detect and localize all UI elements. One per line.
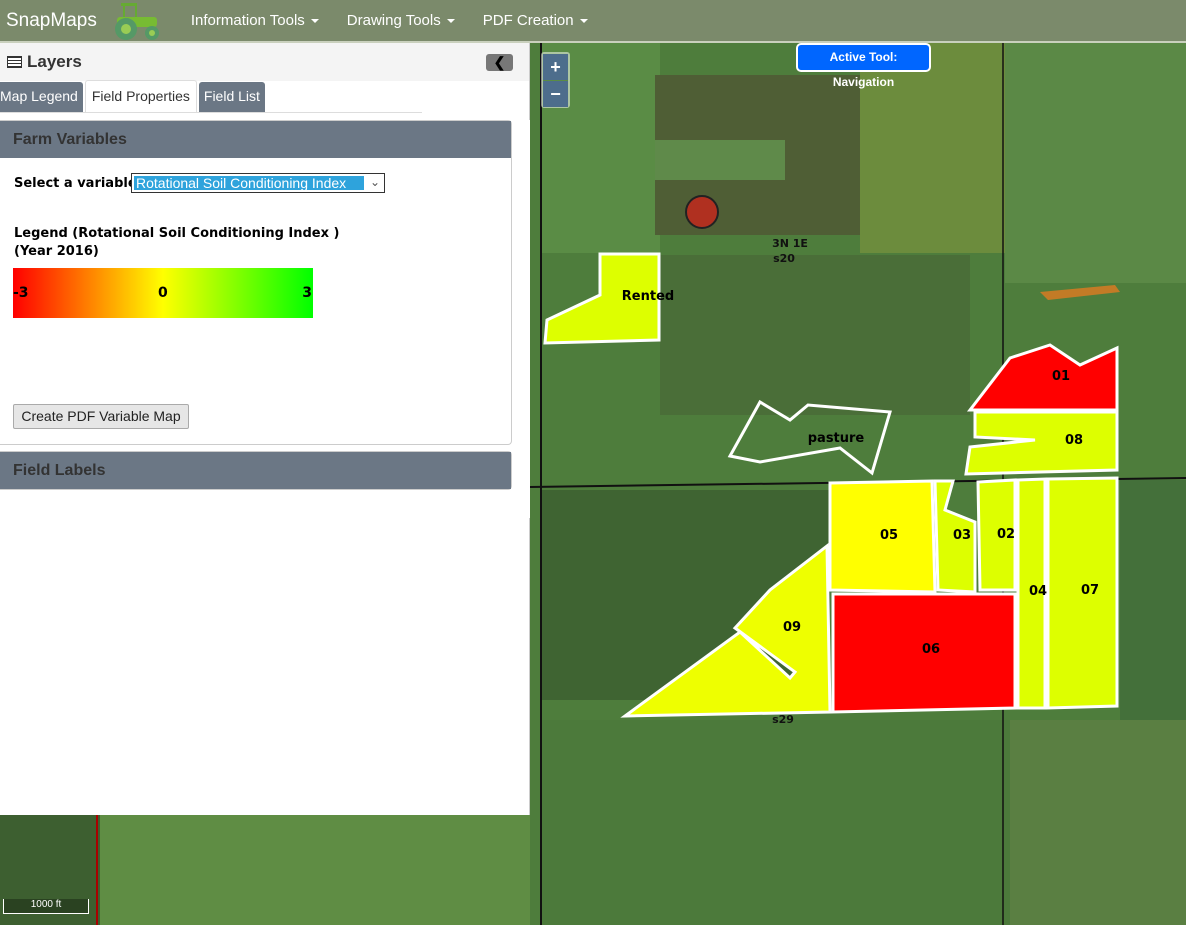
legend-mid: 0: [158, 285, 168, 301]
field-label-08: 08: [1065, 433, 1083, 448]
field-label-07: 07: [1081, 583, 1099, 598]
panel-title: Layers: [27, 52, 82, 71]
field-label-05: 05: [880, 528, 898, 543]
collapse-panel-button[interactable]: ❮: [486, 54, 513, 71]
zoom-in-button[interactable]: +: [543, 54, 568, 80]
legend-gradient: -3 0 3: [13, 268, 313, 318]
menu-label: PDF Creation: [482, 12, 574, 29]
farm-variables-header[interactable]: Farm Variables: [0, 121, 511, 158]
tab-map-legend[interactable]: Map Legend: [0, 82, 83, 112]
map-marker-icon: [685, 195, 719, 229]
section-label-north-2: s20: [773, 252, 795, 265]
zoom-out-button[interactable]: −: [543, 81, 568, 107]
caret-down-icon: [446, 18, 455, 23]
legend-title: Legend (Rotational Soil Conditioning Ind…: [14, 226, 340, 241]
variable-select[interactable]: Rotational Soil Conditioning Index ⌄: [131, 173, 385, 193]
field-label-Rented: Rented: [622, 289, 674, 304]
field-label-03: 03: [953, 528, 971, 543]
select-variable-label: Select a variable:: [14, 176, 142, 191]
create-pdf-variable-map-button[interactable]: Create PDF Variable Map: [13, 404, 189, 429]
menu-pdf-creation[interactable]: PDF Creation: [483, 12, 588, 29]
panel-scrollbar[interactable]: [515, 120, 530, 518]
app-title[interactable]: SnapMaps: [6, 10, 97, 32]
panel-tabs: Map Legend Field Properties Field List: [0, 80, 422, 113]
caret-down-icon: [310, 18, 319, 23]
chevron-down-icon: ⌄: [369, 175, 380, 189]
legend-min: -3: [13, 285, 29, 301]
field-label-04: 04: [1029, 584, 1047, 599]
menu-label: Drawing Tools: [346, 12, 441, 29]
variable-select-value: Rotational Soil Conditioning Index: [134, 176, 364, 190]
zoom-control: + −: [541, 52, 570, 108]
field-label-02: 02: [997, 527, 1015, 542]
field-label-09: 09: [783, 620, 801, 635]
tractor-logo-icon: [114, 2, 159, 40]
field-labels-header[interactable]: Field Labels: [0, 452, 511, 489]
section-label-south: s29: [772, 713, 794, 726]
field-label-pasture: pasture: [808, 431, 865, 446]
tab-field-list[interactable]: Field List: [198, 82, 265, 112]
menu-drawing-tools[interactable]: Drawing Tools: [347, 12, 455, 29]
menu-label: Information Tools: [190, 12, 305, 29]
scale-bar: 1000 ft: [3, 899, 89, 914]
field-labels-section: Field Labels: [0, 451, 512, 490]
section-label-north-1: 3N 1E: [772, 237, 808, 250]
active-tool-badge: Active Tool: Navigation: [796, 43, 931, 89]
list-icon: [7, 56, 22, 68]
field-label-06: 06: [922, 642, 940, 657]
panel-header: Layers ❮: [0, 43, 529, 81]
top-navbar: SnapMaps Information Tools Drawing Tools…: [0, 0, 1186, 43]
caret-down-icon: [579, 18, 588, 23]
legend-max: 3: [302, 285, 312, 301]
menu-information-tools[interactable]: Information Tools: [191, 12, 319, 29]
tab-field-properties[interactable]: Field Properties: [84, 80, 197, 112]
field-label-01: 01: [1052, 369, 1070, 384]
legend-year: (Year 2016): [14, 244, 99, 259]
